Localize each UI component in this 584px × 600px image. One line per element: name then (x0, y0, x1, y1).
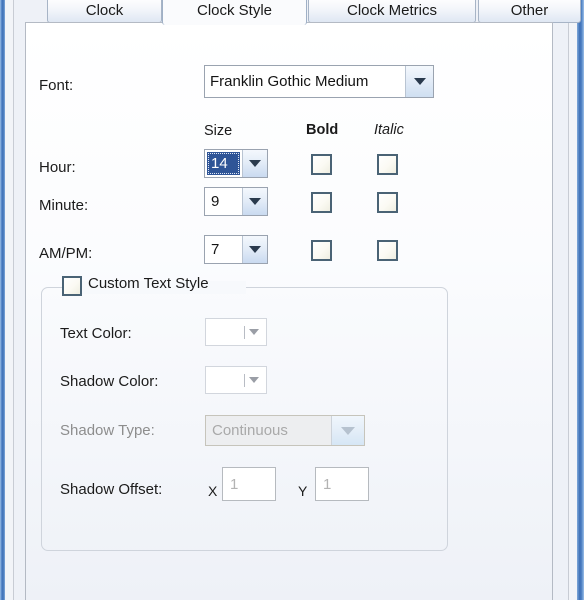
tab-clock-metrics[interactable]: Clock Metrics (308, 0, 476, 23)
window-inner-left (5, 0, 14, 600)
font-combobox-value: Franklin Gothic Medium (210, 73, 369, 90)
hour-size-value[interactable]: 14 (207, 152, 240, 175)
tab-clock-label: Clock (85, 2, 124, 19)
hour-bold-checkbox[interactable] (311, 154, 332, 175)
shadow-offset-y-label: Y (298, 483, 308, 499)
shadow-offset-label: Shadow Offset: (60, 481, 163, 498)
chevron-down-icon (341, 426, 355, 435)
column-header-bold: Bold (306, 122, 339, 138)
custom-text-style-label: Custom Text Style (88, 275, 209, 292)
chevron-down-icon (249, 377, 259, 383)
shadow-offset-x-label: X (208, 483, 218, 499)
tab-clock-metrics-label: Clock Metrics (346, 2, 437, 19)
column-header-size: Size (204, 123, 233, 139)
custom-text-style-checkbox[interactable] (62, 276, 82, 296)
minute-size-dropdown-button[interactable] (242, 188, 267, 215)
ampm-italic-checkbox[interactable] (377, 240, 398, 261)
tab-other-label: Other (510, 2, 549, 19)
color-swatch-separator (244, 373, 245, 387)
shadow-type-dropdown-button[interactable] (331, 416, 364, 445)
tab-other[interactable]: Other (478, 0, 581, 23)
column-header-italic: Italic (374, 122, 404, 138)
window-inner-right (568, 0, 577, 600)
shadow-color-label: Shadow Color: (60, 373, 159, 390)
minute-bold-checkbox[interactable] (311, 192, 332, 213)
shadow-offset-y-input[interactable]: 1 (315, 467, 369, 501)
minute-size-spinner[interactable]: 9 (204, 187, 268, 216)
clock-style-panel: Font: Franklin Gothic Medium Size Bold I… (25, 22, 553, 600)
ampm-size-value[interactable]: 7 (205, 236, 242, 263)
settings-window: Clock Clock Style Clock Metrics Other Fo… (0, 0, 584, 600)
text-color-label: Text Color: (60, 325, 132, 342)
font-combobox[interactable]: Franklin Gothic Medium (204, 65, 434, 98)
chevron-down-icon (413, 78, 426, 85)
color-swatch-separator (244, 325, 245, 339)
minute-label: Minute: (39, 197, 89, 214)
shadow-type-combobox[interactable]: Continuous (205, 415, 365, 446)
font-label: Font: (39, 77, 74, 94)
shadow-offset-x-input[interactable]: 1 (222, 467, 276, 501)
chevron-down-icon (249, 160, 261, 167)
ampm-bold-checkbox[interactable] (311, 240, 332, 261)
hour-italic-checkbox[interactable] (377, 154, 398, 175)
hour-label: Hour: (39, 159, 76, 176)
shadow-type-label: Shadow Type: (60, 422, 155, 439)
ampm-label: AM/PM: (39, 245, 93, 262)
tab-bar: Clock Clock Style Clock Metrics Other (15, 0, 581, 25)
font-combobox-dropdown-button[interactable] (405, 66, 433, 97)
shadow-offset-x-value: 1 (230, 475, 239, 493)
hour-size-dropdown-button[interactable] (242, 150, 267, 177)
chevron-down-icon (249, 198, 261, 205)
text-color-picker[interactable] (205, 318, 267, 346)
ampm-size-dropdown-button[interactable] (242, 236, 267, 263)
shadow-type-value: Continuous (212, 422, 288, 439)
chevron-down-icon (249, 246, 261, 253)
window-border-right (577, 0, 584, 600)
ampm-size-spinner[interactable]: 7 (204, 235, 268, 264)
shadow-offset-y-value: 1 (323, 475, 332, 493)
tab-clock-style[interactable]: Clock Style (162, 0, 307, 25)
minute-size-value[interactable]: 9 (205, 188, 242, 215)
tab-clock[interactable]: Clock (47, 0, 162, 23)
minute-italic-checkbox[interactable] (377, 192, 398, 213)
chevron-down-icon (249, 329, 259, 335)
hour-size-spinner[interactable]: 14 (204, 149, 268, 178)
shadow-color-picker[interactable] (205, 366, 267, 394)
tab-clock-style-label: Clock Style (196, 2, 273, 19)
